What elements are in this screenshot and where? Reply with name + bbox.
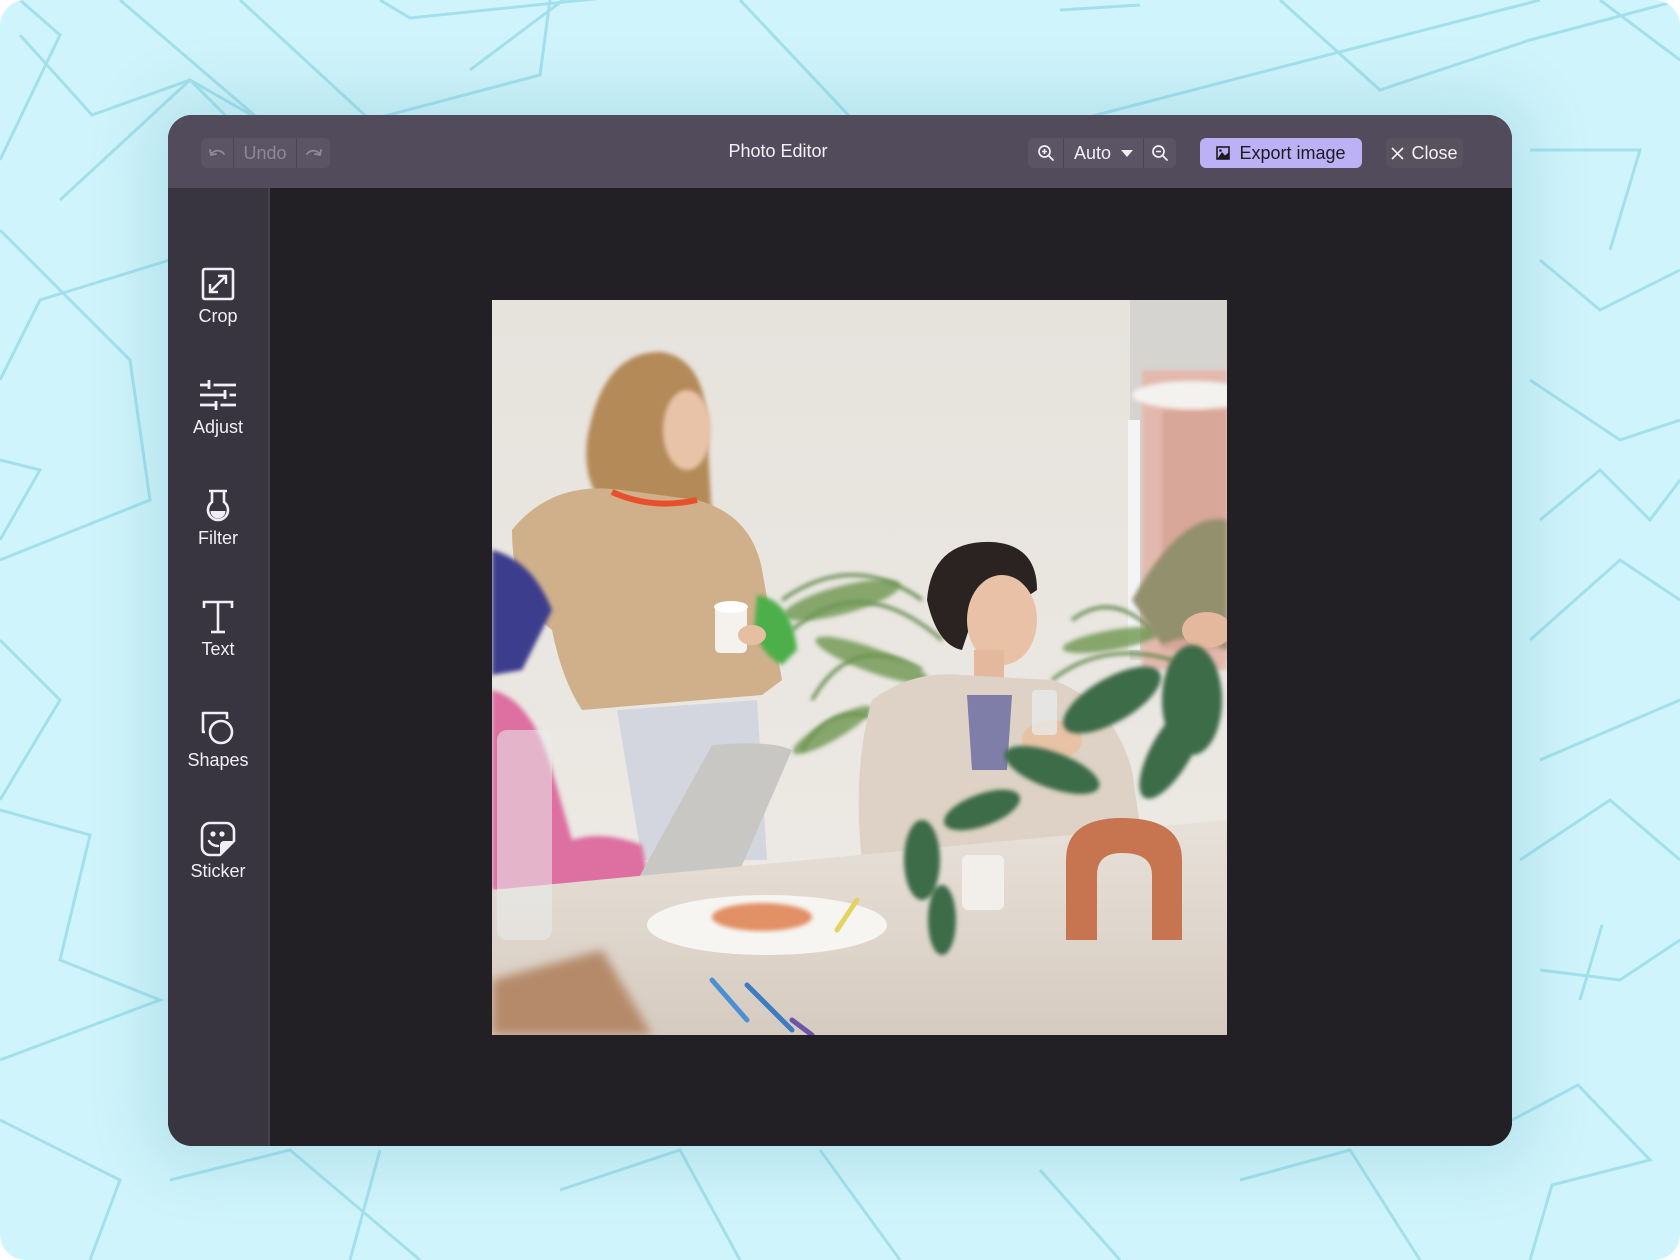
export-image-button[interactable]: Export image xyxy=(1200,138,1362,168)
tool-label: Text xyxy=(201,639,235,659)
window-title: Photo Editor xyxy=(728,141,828,161)
caret-down-icon xyxy=(1121,149,1134,157)
close-icon xyxy=(1391,146,1405,160)
tool-label: Crop xyxy=(198,306,238,326)
tool-label: Sticker xyxy=(190,861,246,881)
tools-sidebar: Crop Adjust Filter Text Shapes Sticker xyxy=(168,188,270,1146)
crop-icon xyxy=(201,267,235,301)
undo-redo-group: Undo xyxy=(201,138,330,168)
undo-button[interactable]: Undo xyxy=(234,138,297,168)
zoom-level-select[interactable]: Auto xyxy=(1064,138,1143,168)
tool-label: Shapes xyxy=(187,750,249,770)
tool-sticker[interactable]: Sticker xyxy=(168,821,268,907)
zoom-in-icon xyxy=(1037,145,1054,161)
redo-arrow-icon xyxy=(305,149,322,156)
close-button[interactable]: Close xyxy=(1386,138,1463,168)
flask-icon xyxy=(206,489,230,522)
sliders-icon xyxy=(200,380,236,410)
tool-text[interactable]: Text xyxy=(168,599,268,685)
photo-editor-window: Undo Photo Editor Auto Export image Clos… xyxy=(168,115,1512,1146)
close-label: Close xyxy=(1411,142,1458,163)
tool-label: Adjust xyxy=(192,417,244,437)
sticker-icon xyxy=(200,821,236,857)
tool-filter[interactable]: Filter xyxy=(168,488,268,574)
redo-button[interactable] xyxy=(297,138,330,168)
edited-photo[interactable] xyxy=(492,300,1227,1035)
tool-adjust[interactable]: Adjust xyxy=(168,377,268,463)
zoom-out-button[interactable] xyxy=(1144,138,1176,168)
zoom-controls: Auto xyxy=(1028,138,1176,168)
image-icon xyxy=(1216,146,1231,160)
export-label: Export image xyxy=(1239,142,1346,163)
zoom-out-icon xyxy=(1152,145,1168,161)
text-icon xyxy=(202,600,234,634)
undo-arrow-icon xyxy=(208,149,225,156)
undo-icon-button[interactable] xyxy=(201,138,233,168)
tool-crop[interactable]: Crop xyxy=(168,266,268,352)
tool-label: Filter xyxy=(198,528,238,548)
shapes-icon xyxy=(201,711,234,745)
zoom-level-value: Auto xyxy=(1073,142,1112,163)
photo-content xyxy=(492,300,1227,1035)
tool-shapes[interactable]: Shapes xyxy=(168,710,268,796)
editor-header: Undo Photo Editor Auto Export image Clos… xyxy=(168,115,1512,188)
editor-canvas xyxy=(270,188,1512,1146)
zoom-in-button[interactable] xyxy=(1028,138,1063,168)
